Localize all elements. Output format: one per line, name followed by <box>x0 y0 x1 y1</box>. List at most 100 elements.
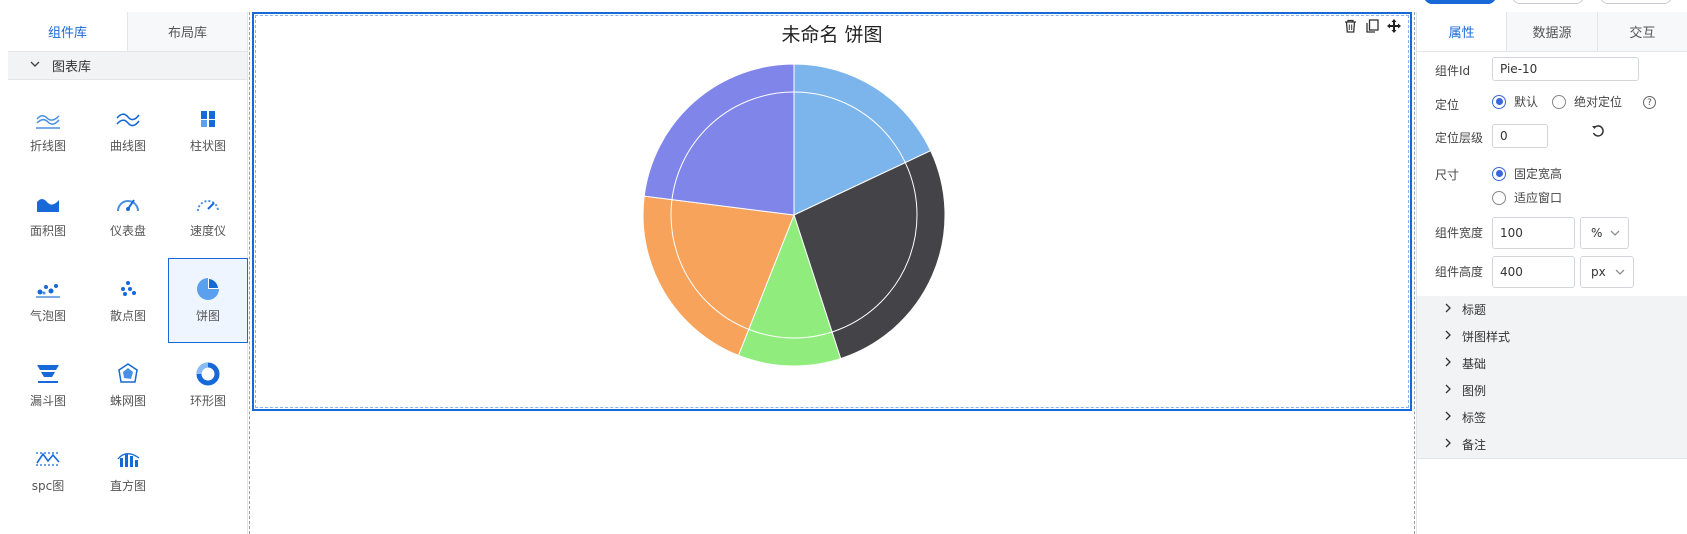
chart-item-label: 仪表盘 <box>109 224 146 238</box>
radio-label: 固定宽高 <box>1514 167 1563 181</box>
chart-item-bubble[interactable]: 气泡图 <box>8 258 88 343</box>
radio-dot <box>1492 94 1506 109</box>
trash-icon[interactable] <box>1342 18 1358 34</box>
toolbar-button[interactable] <box>1512 0 1584 4</box>
height-unit-value: px <box>1591 265 1606 279</box>
help-icon[interactable]: ? <box>1643 96 1656 109</box>
chart-item-scatter[interactable]: 散点图 <box>88 258 168 343</box>
chevron-right-icon <box>1445 438 1452 451</box>
chart-item-speed[interactable]: 速度仪 <box>168 173 248 258</box>
histogram-icon <box>117 453 140 467</box>
section-pie-style[interactable]: 饼图样式 <box>1417 323 1687 351</box>
toolbar-primary-button[interactable] <box>1424 0 1496 4</box>
line-chart-icon <box>36 115 60 129</box>
pie-slice[interactable] <box>643 63 795 216</box>
spc-chart-icon <box>36 452 60 466</box>
tab-layouts[interactable]: 布局库 <box>127 12 247 51</box>
toolbar-button[interactable] <box>1600 0 1672 4</box>
top-toolbar <box>0 0 1687 12</box>
pie-chart <box>642 63 946 367</box>
tab-datasource[interactable]: 数据源 <box>1506 12 1597 51</box>
funnel-chart-icon <box>37 365 59 383</box>
pie-chart-icon <box>197 278 219 300</box>
chart-library-group-header[interactable]: 图表库 <box>8 52 247 80</box>
section-label: 标题 <box>1462 303 1487 317</box>
chevron-down-icon <box>30 58 40 73</box>
position-label: 定位 <box>1435 98 1460 112</box>
chart-item-funnel[interactable]: 漏斗图 <box>8 343 88 428</box>
tab-interaction[interactable]: 交互 <box>1596 12 1687 51</box>
chart-item-gauge[interactable]: 仪表盘 <box>88 173 168 258</box>
reset-icon[interactable] <box>1591 124 1605 142</box>
z-index-input[interactable]: 0 <box>1492 124 1548 148</box>
chart-item-donut[interactable]: 环形图 <box>168 343 248 428</box>
chevron-down-icon <box>1615 266 1625 279</box>
chart-item-label: 速度仪 <box>189 224 226 238</box>
donut-chart-icon <box>196 362 220 386</box>
size-label: 尺寸 <box>1435 168 1460 182</box>
radio-dot <box>1492 190 1506 205</box>
section-title[interactable]: 标题 <box>1417 296 1687 324</box>
tab-properties[interactable]: 属性 <box>1417 12 1507 51</box>
chart-item-label: 面积图 <box>29 224 66 238</box>
chart-item-area[interactable]: 面积图 <box>8 173 88 258</box>
component-library-panel: 组件库 布局库 图表库 折线图 曲线图 柱状图 面积图 仪表盘 速度仪 气泡图 … <box>8 12 248 534</box>
section-label: 饼图样式 <box>1462 330 1511 344</box>
chart-item-histogram[interactable]: 直方图 <box>88 428 168 513</box>
radio-label: 绝对定位 <box>1574 95 1623 109</box>
chevron-right-icon <box>1445 411 1452 424</box>
right-tabs: 属性 数据源 交互 <box>1417 12 1687 52</box>
width-unit-select[interactable]: % <box>1580 217 1629 249</box>
bubble-chart-icon <box>36 284 60 298</box>
chart-item-label: 气泡图 <box>29 309 66 323</box>
scatter-chart-icon <box>121 281 136 296</box>
design-canvas[interactable]: 未命名 饼图 <box>249 12 1415 534</box>
chart-item-label: 曲线图 <box>109 139 146 153</box>
radio-label: 适应窗口 <box>1514 191 1563 205</box>
chart-item-label: 饼图 <box>195 309 220 323</box>
tab-components[interactable]: 组件库 <box>8 12 127 51</box>
height-label: 组件高度 <box>1435 265 1484 279</box>
copy-icon[interactable] <box>1364 18 1380 34</box>
app-window: 组件库 布局库 图表库 折线图 曲线图 柱状图 面积图 仪表盘 速度仪 气泡图 … <box>0 0 1687 534</box>
pie-chart-component[interactable]: 未命名 饼图 <box>252 12 1412 411</box>
width-input[interactable]: 100 <box>1492 217 1575 249</box>
component-id-input[interactable]: Pie-10 <box>1492 57 1639 81</box>
component-id-label: 组件Id <box>1435 64 1471 78</box>
section-basic[interactable]: 基础 <box>1417 350 1687 378</box>
chart-item-curve[interactable]: 曲线图 <box>88 88 168 173</box>
size-fixed-radio[interactable]: 固定宽高 <box>1492 165 1562 182</box>
chart-item-radar[interactable]: 蛛网图 <box>88 343 168 428</box>
chart-item-pie[interactable]: 饼图 <box>168 258 248 343</box>
component-toolbar <box>1342 18 1402 34</box>
speedometer-icon <box>197 200 219 212</box>
gauge-icon <box>117 199 139 212</box>
position-default-radio[interactable]: 默认 <box>1492 93 1538 110</box>
width-label: 组件宽度 <box>1435 226 1484 240</box>
chart-item-label: 蛛网图 <box>109 394 146 408</box>
position-absolute-radio[interactable]: 绝对定位 <box>1552 93 1622 110</box>
chart-item-label: 漏斗图 <box>29 394 66 408</box>
chevron-down-icon <box>1610 227 1620 240</box>
size-fit-window-radio[interactable]: 适应窗口 <box>1492 189 1562 206</box>
chart-item-label: 折线图 <box>29 139 66 153</box>
section-labels[interactable]: 标签 <box>1417 404 1687 432</box>
move-icon[interactable] <box>1386 18 1402 34</box>
radio-dot <box>1552 94 1566 109</box>
area-chart-icon <box>37 199 59 212</box>
section-legend[interactable]: 图例 <box>1417 377 1687 405</box>
height-unit-select[interactable]: px <box>1580 256 1634 288</box>
chevron-right-icon <box>1445 384 1452 397</box>
chart-item-bar[interactable]: 柱状图 <box>168 88 248 173</box>
section-label: 标签 <box>1462 411 1487 425</box>
radio-label: 默认 <box>1514 95 1539 109</box>
chevron-right-icon <box>1445 357 1452 370</box>
chart-item-spc[interactable]: spc图 <box>8 428 88 513</box>
chart-type-grid: 折线图 曲线图 柱状图 面积图 仪表盘 速度仪 气泡图 散点图 饼图 漏斗图 蛛… <box>8 80 248 513</box>
width-unit-value: % <box>1591 226 1603 240</box>
section-notes[interactable]: 备注 <box>1417 431 1687 459</box>
section-label: 基础 <box>1462 357 1487 371</box>
chart-item-label: spc图 <box>31 479 65 493</box>
chart-item-line[interactable]: 折线图 <box>8 88 88 173</box>
height-input[interactable]: 400 <box>1492 256 1575 288</box>
